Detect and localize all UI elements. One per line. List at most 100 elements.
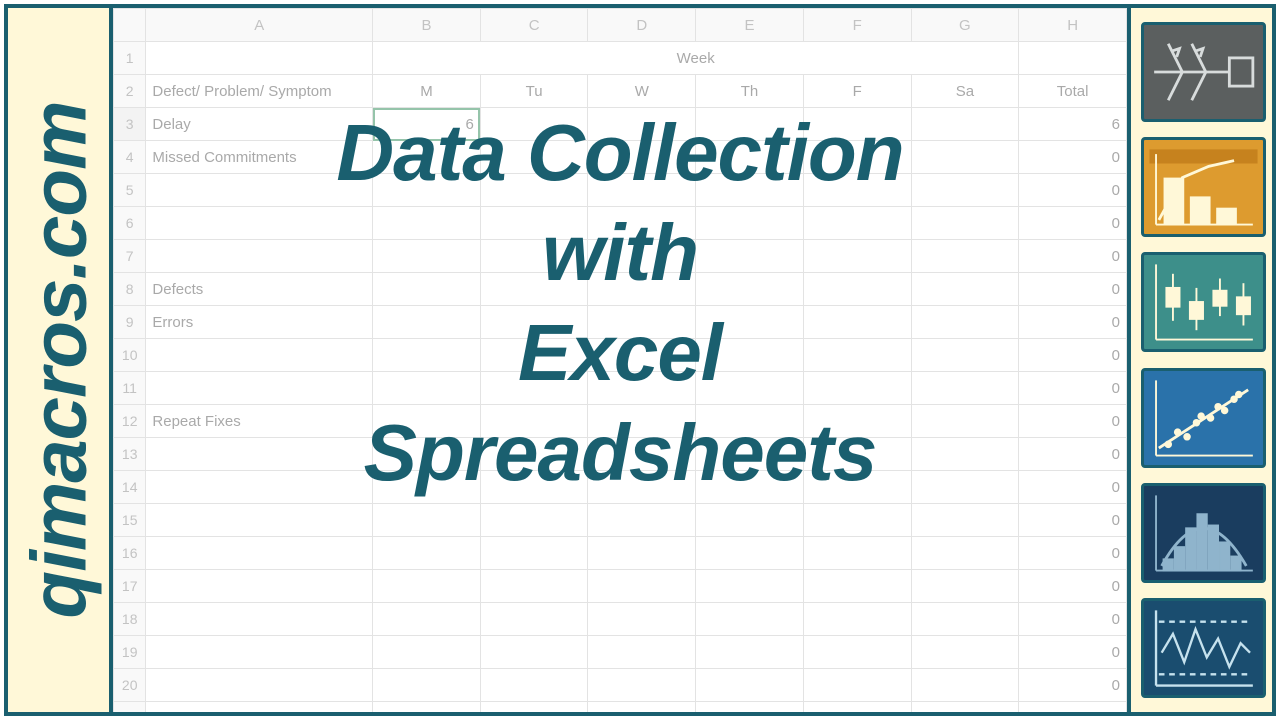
- cell[interactable]: [911, 141, 1019, 174]
- cell[interactable]: [911, 636, 1019, 669]
- cell[interactable]: [588, 174, 696, 207]
- cell[interactable]: [588, 240, 696, 273]
- cell[interactable]: [146, 207, 373, 240]
- cell[interactable]: [696, 570, 804, 603]
- cell[interactable]: [696, 537, 804, 570]
- cell[interactable]: 0: [1019, 438, 1127, 471]
- cell[interactable]: [480, 306, 588, 339]
- col-header-D[interactable]: D: [588, 9, 696, 42]
- cell[interactable]: [696, 504, 804, 537]
- row-header[interactable]: 11: [114, 372, 146, 405]
- cell[interactable]: [803, 306, 911, 339]
- row-header[interactable]: 1: [114, 42, 146, 75]
- row-header[interactable]: 10: [114, 339, 146, 372]
- cell[interactable]: [588, 405, 696, 438]
- cell[interactable]: 0: [1019, 174, 1127, 207]
- cell[interactable]: [146, 174, 373, 207]
- cell[interactable]: [373, 339, 481, 372]
- cell[interactable]: [373, 504, 481, 537]
- row-header[interactable]: 13: [114, 438, 146, 471]
- cell[interactable]: [588, 504, 696, 537]
- cell[interactable]: 0: [1019, 570, 1127, 603]
- cell[interactable]: [696, 273, 804, 306]
- row-header[interactable]: 18: [114, 603, 146, 636]
- cell[interactable]: 6: [373, 702, 481, 713]
- row-header[interactable]: 17: [114, 570, 146, 603]
- day-header[interactable]: W: [588, 75, 696, 108]
- total-label[interactable]: Total: [146, 702, 373, 713]
- cell[interactable]: [696, 405, 804, 438]
- cell[interactable]: [588, 603, 696, 636]
- cell[interactable]: [480, 636, 588, 669]
- cell[interactable]: [696, 108, 804, 141]
- cell[interactable]: [373, 207, 481, 240]
- col-header-C[interactable]: C: [480, 9, 588, 42]
- cell[interactable]: [480, 273, 588, 306]
- cell[interactable]: [911, 504, 1019, 537]
- cell[interactable]: [146, 603, 373, 636]
- cell[interactable]: [911, 603, 1019, 636]
- cell[interactable]: [803, 471, 911, 504]
- cell[interactable]: [480, 108, 588, 141]
- cell[interactable]: [588, 207, 696, 240]
- col-header-A[interactable]: A: [146, 9, 373, 42]
- cell[interactable]: 0: [1019, 273, 1127, 306]
- cell[interactable]: [803, 207, 911, 240]
- cell[interactable]: [803, 372, 911, 405]
- cell[interactable]: [911, 372, 1019, 405]
- cell[interactable]: [803, 405, 911, 438]
- cell[interactable]: [588, 570, 696, 603]
- cell[interactable]: [146, 537, 373, 570]
- cell[interactable]: [146, 438, 373, 471]
- cell[interactable]: 0: [1019, 504, 1127, 537]
- cell[interactable]: [803, 240, 911, 273]
- cell[interactable]: [480, 207, 588, 240]
- cell[interactable]: [588, 471, 696, 504]
- col-header-F[interactable]: F: [803, 9, 911, 42]
- col-header-E[interactable]: E: [696, 9, 804, 42]
- row-header[interactable]: 20: [114, 669, 146, 702]
- cell[interactable]: [373, 273, 481, 306]
- day-header[interactable]: Tu: [480, 75, 588, 108]
- cell[interactable]: [911, 570, 1019, 603]
- cell[interactable]: [480, 504, 588, 537]
- row-header[interactable]: 9: [114, 306, 146, 339]
- week-header[interactable]: Week: [373, 42, 1019, 75]
- cell[interactable]: [480, 339, 588, 372]
- cell[interactable]: [911, 471, 1019, 504]
- cell[interactable]: [696, 141, 804, 174]
- cell[interactable]: [911, 273, 1019, 306]
- cell[interactable]: 0: [1019, 537, 1127, 570]
- cell[interactable]: [803, 570, 911, 603]
- cell[interactable]: [911, 669, 1019, 702]
- cell[interactable]: 0: [1019, 636, 1127, 669]
- cell[interactable]: [803, 108, 911, 141]
- cell[interactable]: [696, 240, 804, 273]
- cell[interactable]: Missed Commitments: [146, 141, 373, 174]
- cell[interactable]: 0: [588, 702, 696, 713]
- cell[interactable]: [588, 669, 696, 702]
- cell[interactable]: [588, 108, 696, 141]
- row-header[interactable]: 12: [114, 405, 146, 438]
- cell[interactable]: 0: [480, 702, 588, 713]
- cell[interactable]: [373, 537, 481, 570]
- cell[interactable]: [1019, 42, 1127, 75]
- day-header[interactable]: Sa: [911, 75, 1019, 108]
- cell[interactable]: 0: [696, 702, 804, 713]
- cell[interactable]: [588, 438, 696, 471]
- cell[interactable]: [588, 537, 696, 570]
- cell[interactable]: [803, 636, 911, 669]
- cell[interactable]: [696, 372, 804, 405]
- row-header[interactable]: 4: [114, 141, 146, 174]
- row-header[interactable]: 2: [114, 75, 146, 108]
- cell[interactable]: 0: [1019, 372, 1127, 405]
- day-header[interactable]: F: [803, 75, 911, 108]
- day-header[interactable]: Th: [696, 75, 804, 108]
- cell[interactable]: [696, 636, 804, 669]
- spreadsheet-grid[interactable]: A B C D E F G H 1 Week 2 Defect/: [113, 8, 1127, 712]
- cell[interactable]: [696, 669, 804, 702]
- cell[interactable]: [911, 240, 1019, 273]
- cell[interactable]: [588, 273, 696, 306]
- cell[interactable]: [373, 471, 481, 504]
- cell[interactable]: [803, 339, 911, 372]
